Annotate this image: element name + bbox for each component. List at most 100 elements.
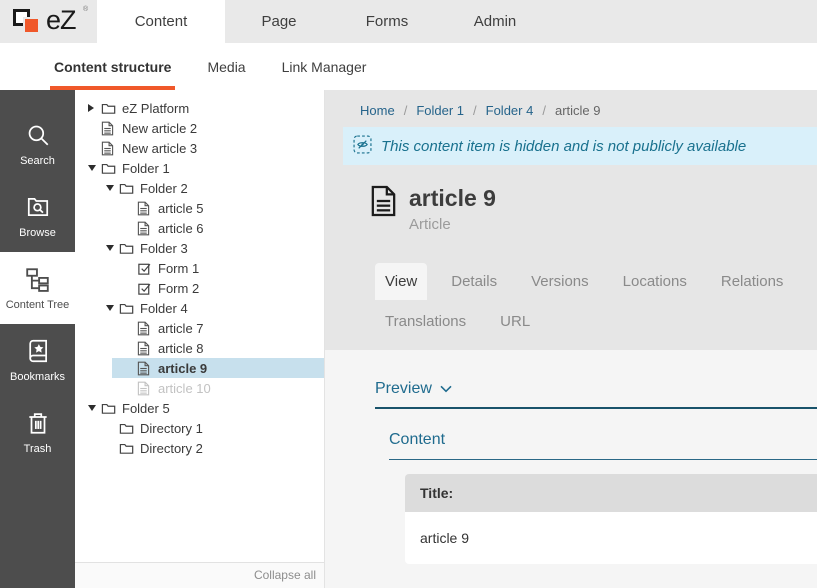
tree-item-label: Form 2: [158, 281, 199, 296]
tree-item-label: Form 1: [158, 261, 199, 276]
collapse-arrow-icon[interactable]: [106, 185, 114, 191]
article-icon: [137, 221, 152, 236]
top-tab-forms[interactable]: Forms: [333, 0, 441, 43]
registered-mark: ®: [83, 6, 88, 13]
tab-details[interactable]: Details: [441, 263, 507, 300]
tree-item-label: Folder 1: [122, 161, 170, 176]
tree-item-folder-1[interactable]: Folder 1: [75, 158, 324, 178]
sidebar-item-label: Search: [20, 155, 55, 167]
tree-item-article-10[interactable]: article 10: [75, 378, 324, 398]
tab-versions[interactable]: Versions: [521, 263, 599, 300]
content-tree-icon: [24, 266, 51, 292]
top-tab-page[interactable]: Page: [225, 0, 333, 43]
sidebar-item-label: Trash: [24, 443, 52, 455]
sidebar-item-label: Bookmarks: [10, 371, 65, 383]
tree-item-label: article 5: [158, 201, 204, 216]
tree-item-label: New article 2: [122, 121, 197, 136]
alert-text: This content item is hidden and is not p…: [381, 138, 746, 155]
preview-toggle[interactable]: Preview: [375, 380, 817, 409]
tab-locations[interactable]: Locations: [613, 263, 697, 300]
tree-item-ez-platform[interactable]: eZ Platform: [75, 98, 324, 118]
collapse-all-button[interactable]: Collapse all: [254, 568, 316, 582]
tab-url[interactable]: URL: [490, 303, 540, 340]
sidebar-item-browse[interactable]: Browse: [0, 180, 75, 252]
tree-item-label: Folder 4: [140, 301, 188, 316]
breadcrumb-item-article-9: article 9: [555, 103, 601, 118]
folder-icon: [101, 101, 116, 116]
tree-item-label: eZ Platform: [122, 101, 189, 116]
tree-item-label: New article 3: [122, 141, 197, 156]
tree-item-label: Directory 2: [140, 441, 203, 456]
tree-item-directory-2[interactable]: Directory 2: [75, 438, 324, 458]
sub-tab-link-manager[interactable]: Link Manager: [278, 43, 371, 90]
content-tree-list: eZ Platform New article 2 New article 3 Fol…: [75, 90, 324, 458]
article-icon: [137, 341, 152, 356]
sub-tab-media[interactable]: Media: [203, 43, 249, 90]
sidebar-item-label: Content Tree: [6, 299, 70, 311]
tree-footer: Collapse all: [75, 562, 324, 588]
sidebar-item-trash[interactable]: Trash: [0, 396, 75, 468]
breadcrumb-item-folder-1[interactable]: Folder 1: [416, 103, 464, 118]
top-tab-admin[interactable]: Admin: [441, 0, 549, 43]
tree-item-form-1[interactable]: Form 1: [75, 258, 324, 278]
tree-item-form-2[interactable]: Form 2: [75, 278, 324, 298]
tree-item-article-9[interactable]: article 9: [112, 358, 324, 378]
article-icon: [137, 361, 152, 376]
collapse-arrow-icon[interactable]: [88, 405, 96, 411]
hidden-eye-icon: [353, 135, 372, 158]
content-tabs: View Details Versions Locations Relations Tra…: [375, 263, 817, 340]
article-icon: [101, 141, 116, 156]
top-nav: ContentPageFormsAdmin: [97, 0, 817, 43]
view-tab-panel: Preview Content Title:article 9: [325, 350, 817, 588]
sidebar-item-label: Browse: [19, 227, 56, 239]
fields-list: Title:article 9: [405, 474, 817, 564]
top-tab-content[interactable]: Content: [97, 0, 225, 43]
tree-item-folder-5[interactable]: Folder 5: [75, 398, 324, 418]
trash-icon: [25, 410, 51, 436]
content-section-heading: Content: [389, 431, 817, 460]
tab-view[interactable]: View: [375, 263, 427, 300]
collapse-arrow-icon[interactable]: [106, 305, 114, 311]
tree-item-folder-3[interactable]: Folder 3: [75, 238, 324, 258]
chevron-down-icon: [440, 380, 452, 398]
tree-item-label: Directory 1: [140, 421, 203, 436]
collapse-arrow-icon[interactable]: [106, 245, 114, 251]
article-icon: [137, 321, 152, 336]
breadcrumb-item-home[interactable]: Home: [360, 103, 395, 118]
ez-platform-admin: eZ ® ContentPageFormsAdmin Content struc…: [0, 0, 817, 588]
sidebar-item-content-tree[interactable]: Content Tree: [0, 252, 75, 324]
tree-item-article-5[interactable]: article 5: [75, 198, 324, 218]
expand-arrow-icon[interactable]: [88, 104, 94, 112]
collapse-arrow-icon[interactable]: [88, 165, 96, 171]
hidden-content-alert: This content item is hidden and is not p…: [343, 127, 817, 165]
tab-relations[interactable]: Relations: [711, 263, 794, 300]
content-type-label: Article: [409, 216, 496, 233]
breadcrumb-separator: /: [473, 103, 477, 118]
folder-icon: [119, 421, 134, 436]
tree-item-article-6[interactable]: article 6: [75, 218, 324, 238]
breadcrumb-separator: /: [542, 103, 546, 118]
tree-item-label: article 9: [158, 361, 207, 376]
tree-item-folder-4[interactable]: Folder 4: [75, 298, 324, 318]
tree-item-new-article-2[interactable]: New article 2: [75, 118, 324, 138]
title-texts: article 9 Article: [409, 183, 496, 233]
tree-item-new-article-3[interactable]: New article 3: [75, 138, 324, 158]
sidebar-item-bookmarks[interactable]: Bookmarks: [0, 324, 75, 396]
article-icon: [137, 381, 152, 396]
content-tree-panel: eZ Platform New article 2 New article 3 Fol…: [75, 90, 325, 588]
article-icon: [101, 121, 116, 136]
sidebar-item-search[interactable]: Search: [0, 108, 75, 180]
tree-item-label: Folder 3: [140, 241, 188, 256]
tree-item-label: article 7: [158, 321, 204, 336]
breadcrumb-item-folder-4[interactable]: Folder 4: [486, 103, 534, 118]
ez-logo[interactable]: eZ ®: [0, 0, 97, 43]
tab-translations[interactable]: Translations: [375, 303, 476, 340]
tree-item-article-7[interactable]: article 7: [75, 318, 324, 338]
tree-item-article-8[interactable]: article 8: [75, 338, 324, 358]
folder-icon: [119, 301, 134, 316]
folder-icon: [101, 401, 116, 416]
sub-tab-content-structure[interactable]: Content structure: [50, 43, 175, 90]
top-bar: eZ ® ContentPageFormsAdmin: [0, 0, 817, 43]
tree-item-directory-1[interactable]: Directory 1: [75, 418, 324, 438]
tree-item-folder-2[interactable]: Folder 2: [75, 178, 324, 198]
